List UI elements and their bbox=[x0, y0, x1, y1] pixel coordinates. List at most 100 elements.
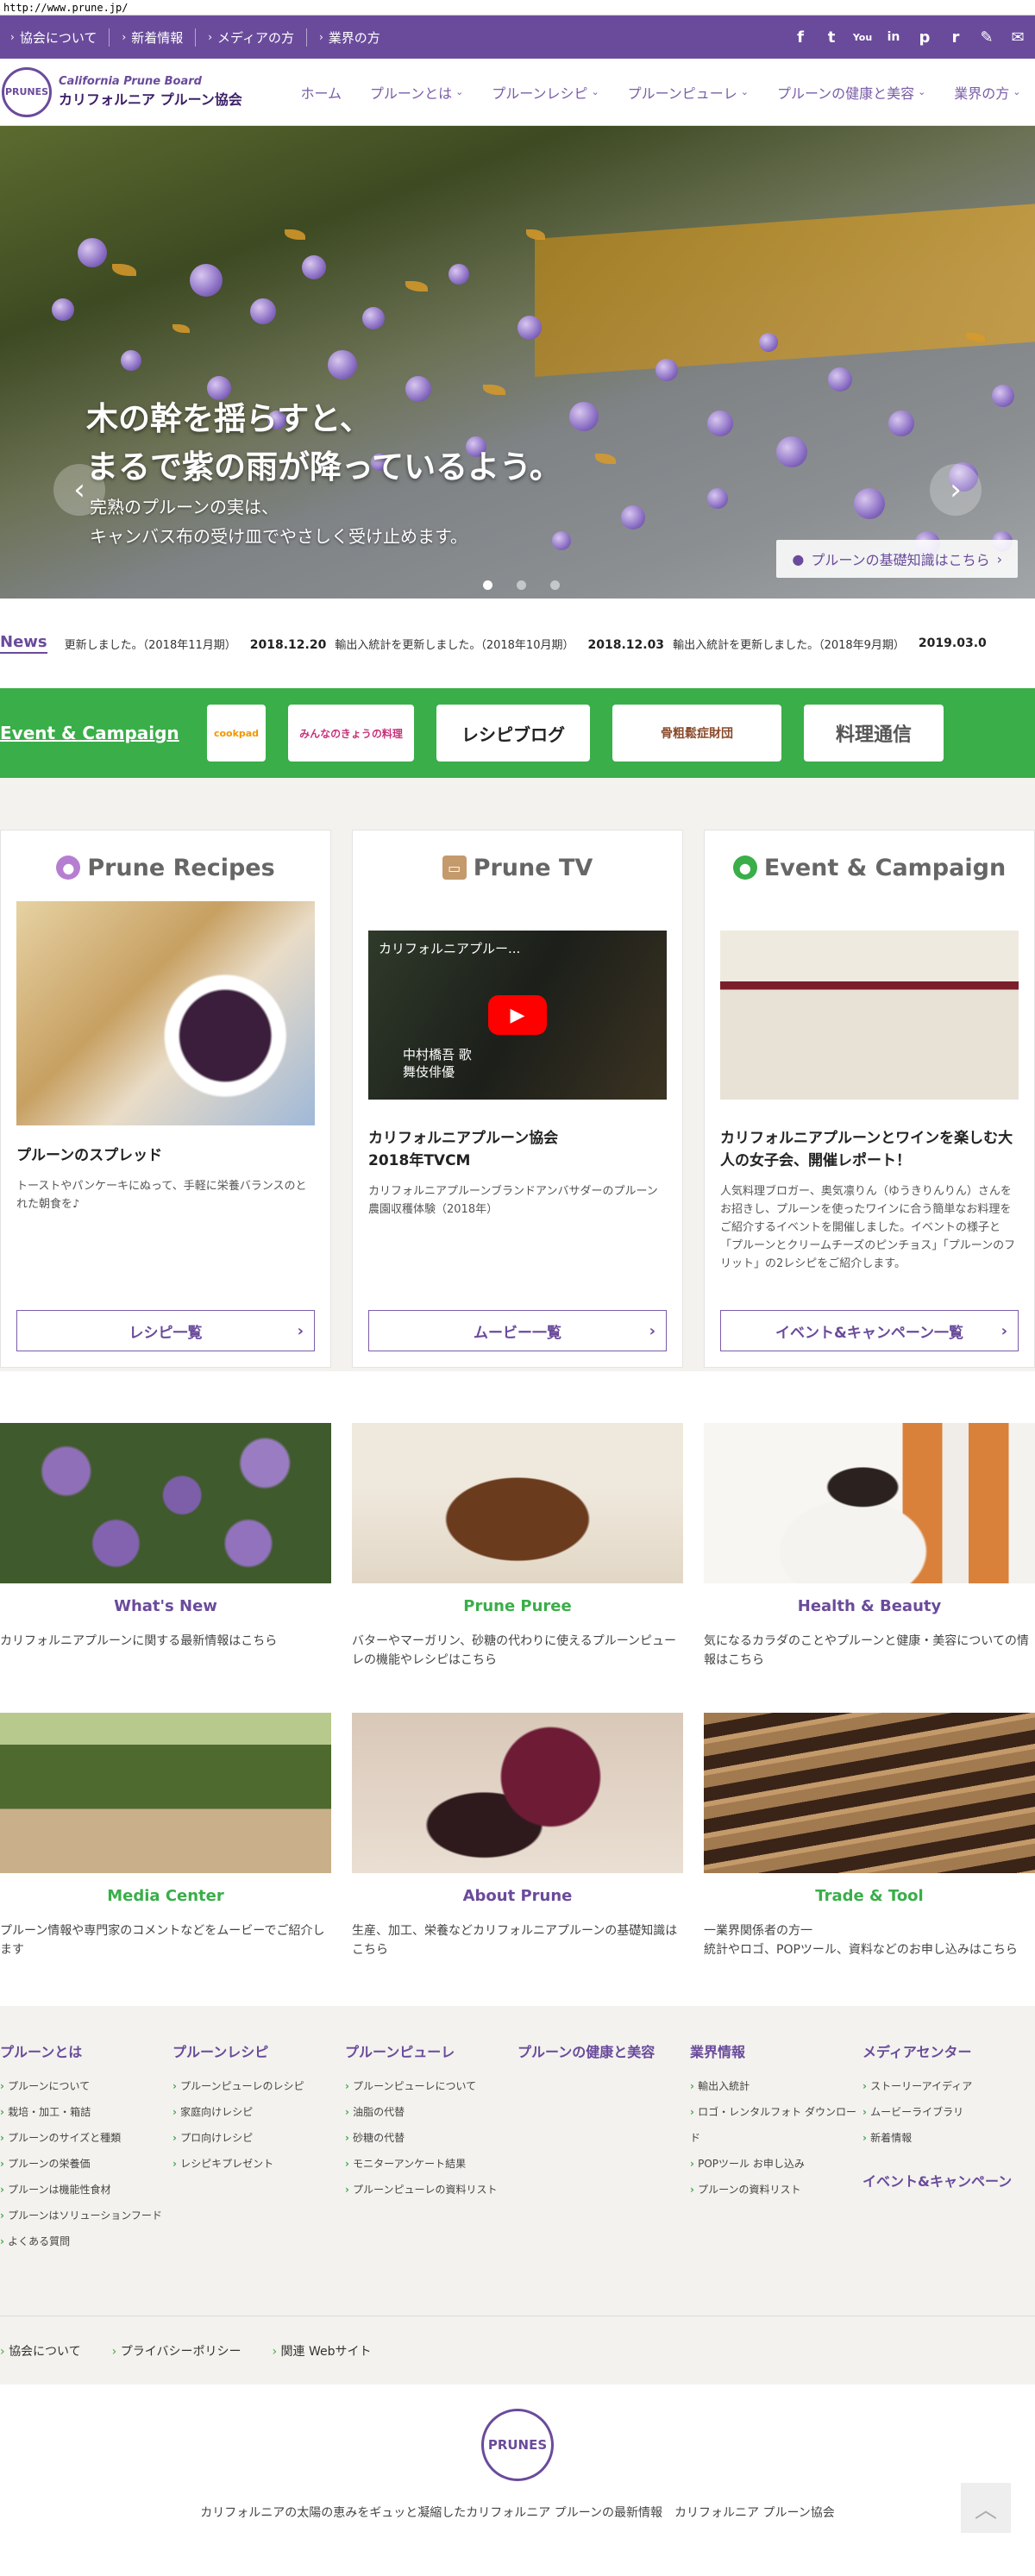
footer-link[interactable]: プルーンは機能性食材 bbox=[0, 2177, 172, 2203]
footer-link[interactable]: ロゴ・レンタルフォト ダウンロード bbox=[690, 2099, 862, 2151]
card-event-campaign: ● Event & Campaign カリフォルニアプルーンとワインを楽しむ大人の… bbox=[704, 830, 1035, 1368]
event-campaign-link[interactable]: Event & Campaign bbox=[0, 723, 207, 743]
utility-link-media[interactable]: › メディアの方 bbox=[196, 28, 307, 47]
chevron-right-icon: › bbox=[208, 31, 213, 43]
tile-title: Trade & Tool bbox=[815, 1887, 924, 1905]
footer-col-title[interactable]: プルーンの健康と美容 bbox=[518, 2040, 690, 2061]
footer-bottom: PRUNES カリフォルニアの太陽の恵みをギュッと凝縮したカリフォルニア プルー… bbox=[0, 2385, 1035, 2533]
card-heading[interactable]: プルーンのスプレッド bbox=[16, 1144, 315, 1167]
footer-link[interactable]: 家庭向けレシピ bbox=[172, 2099, 345, 2125]
address-bar[interactable]: http://www.prune.jp/ bbox=[0, 0, 1035, 16]
sponsor-kyou-no-ryouri[interactable]: みんなのきょうの料理 bbox=[288, 705, 414, 762]
footer-link[interactable]: ムービーライブラリ bbox=[862, 2099, 1035, 2125]
tile-health-beauty[interactable]: Health & Beauty 気になるカラダのことやプルーンと健康・美容につい… bbox=[704, 1423, 1035, 1670]
movie-list-button[interactable]: ムービー一覧 › bbox=[368, 1310, 667, 1351]
footer-logo[interactable]: PRUNES bbox=[481, 2409, 554, 2481]
slider-next-button[interactable]: › bbox=[930, 464, 982, 516]
pinterest-icon[interactable]: p bbox=[914, 27, 935, 47]
site-logo[interactable]: PRUNES California Prune Board カリフォルニア プル… bbox=[2, 66, 286, 117]
recipe-list-button[interactable]: レシピ一覧 › bbox=[16, 1310, 315, 1351]
footer-link[interactable]: 砂糖の代替 bbox=[345, 2125, 518, 2151]
footer-sublink-privacy[interactable]: プライバシーポリシー bbox=[112, 2342, 242, 2360]
footer-col-title[interactable]: プルーンとは bbox=[0, 2040, 172, 2061]
blog-pen-icon[interactable]: ✎ bbox=[976, 27, 997, 47]
footer-col-title[interactable]: イベント&キャンペーン bbox=[862, 2170, 1035, 2191]
slider-dot[interactable] bbox=[517, 580, 526, 590]
footer-link[interactable]: 油脂の代替 bbox=[345, 2099, 518, 2125]
tile-prune-puree[interactable]: Prune Puree バターやマーガリン、砂糖の代わりに使えるプルーンピューレ… bbox=[352, 1423, 683, 1670]
tile-about-prune[interactable]: About Prune 生産、加工、栄養などカリフォルニアプルーンの基礎知識はこ… bbox=[352, 1713, 683, 1959]
news-item[interactable]: 更新しました。（2018年11月期） bbox=[65, 636, 236, 652]
video-embed[interactable]: カリフォルニアプルー... ▶ 中村橋吾 歌舞伎俳優 bbox=[368, 931, 667, 1100]
news-item[interactable]: 2018.12.03 輸出入統計を更新しました。（2018年9月期） bbox=[587, 636, 904, 652]
play-icon[interactable]: ▶ bbox=[488, 995, 547, 1035]
logo-text: California Prune Board カリフォルニア プルーン協会 bbox=[59, 75, 242, 109]
footer-link[interactable]: プルーンのサイズと種類 bbox=[0, 2125, 172, 2151]
footer-col-title[interactable]: 業界情報 bbox=[690, 2040, 862, 2061]
news-label[interactable]: News bbox=[0, 633, 47, 654]
footer-col-title[interactable]: プルーンレシピ bbox=[172, 2040, 345, 2061]
sponsor-recipe-blog[interactable]: レシピブログ bbox=[436, 705, 590, 762]
event-photo[interactable] bbox=[720, 931, 1019, 1100]
nav-industry[interactable]: 業界の方 ⌄ bbox=[954, 82, 1020, 103]
slider-dots bbox=[483, 580, 560, 590]
footer-link[interactable]: ストーリーアイディア bbox=[862, 2073, 1035, 2099]
footer-col-title[interactable]: プルーンピューレ bbox=[345, 2040, 518, 2061]
sponsor-cookpad[interactable]: cookpad bbox=[207, 705, 266, 762]
footer-link[interactable]: プルーンの資料リスト bbox=[690, 2177, 862, 2203]
slider-prev-button[interactable]: ‹ bbox=[53, 464, 105, 516]
tile-media-center[interactable]: Media Center プルーン情報や専門家のコメントなどをムービーでご紹介し… bbox=[0, 1713, 331, 1959]
nav-recipes[interactable]: プルーンレシピ ⌄ bbox=[492, 82, 599, 103]
footer-link[interactable]: プルーンについて bbox=[0, 2073, 172, 2099]
footer-link[interactable]: レシピキプレゼント bbox=[172, 2151, 345, 2177]
facebook-icon[interactable]: f bbox=[790, 27, 811, 47]
card-title-text: Event & Campaign bbox=[763, 854, 1007, 881]
card-heading[interactable]: カリフォルニアプルーン協会 2018年TVCM bbox=[368, 1127, 667, 1172]
hero-cta-button[interactable]: ● プルーンの基礎知識はこちら › bbox=[776, 540, 1018, 578]
news-item[interactable]: 2018.12.20 輸出入統計を更新しました。（2018年10月期） bbox=[250, 636, 574, 652]
nav-about-prune[interactable]: プルーンとは ⌄ bbox=[370, 82, 463, 103]
back-to-top-button[interactable]: ︿ bbox=[961, 2483, 1011, 2533]
rss-icon[interactable]: r bbox=[945, 27, 966, 47]
event-list-button[interactable]: イベント&キャンペーン一覧 › bbox=[720, 1310, 1019, 1351]
footer-link[interactable]: 新着情報 bbox=[862, 2125, 1035, 2151]
tile-title: Prune Puree bbox=[463, 1597, 572, 1615]
prune-icon: ● bbox=[56, 856, 81, 880]
tile-trade-tool[interactable]: Trade & Tool 一業界関係者の方一 統計やロゴ、POPツール、資料など… bbox=[704, 1713, 1035, 1959]
footer-link[interactable]: モニターアンケート結果 bbox=[345, 2151, 518, 2177]
footer-sublink-about[interactable]: 協会について bbox=[0, 2342, 81, 2360]
twitter-icon[interactable]: t bbox=[821, 27, 842, 47]
footer-link[interactable]: よくある質問 bbox=[0, 2228, 172, 2254]
utility-link-industry[interactable]: › 業界の方 bbox=[307, 28, 392, 47]
footer-link[interactable]: プルーンピューレの資料リスト bbox=[345, 2177, 518, 2203]
footer-link[interactable]: プルーンの栄養価 bbox=[0, 2151, 172, 2177]
sponsor-osteoporosis-foundation[interactable]: 骨粗鬆症財団 bbox=[612, 705, 781, 762]
mail-icon[interactable]: ✉ bbox=[1007, 27, 1028, 47]
news-item[interactable]: 2019.03.0 bbox=[919, 636, 995, 650]
footer-link[interactable]: 栽培・加工・箱詰 bbox=[0, 2099, 172, 2125]
card-heading[interactable]: カリフォルニアプルーンとワインを楽しむ大人の女子会、開催レポート！ bbox=[720, 1127, 1019, 1172]
footer-link[interactable]: POPツール お申し込み bbox=[690, 2151, 862, 2177]
instagram-icon[interactable]: in bbox=[883, 27, 904, 47]
nav-home[interactable]: ホーム bbox=[300, 82, 342, 103]
footer-link[interactable]: プルーンピューレについて bbox=[345, 2073, 518, 2099]
footer-col-title[interactable]: メディアセンター bbox=[862, 2040, 1035, 2061]
tile-description: カリフォルニアプルーンに関する最新情報はこちら bbox=[0, 1634, 278, 1648]
nav-puree[interactable]: プルーンピューレ ⌄ bbox=[628, 82, 749, 103]
plum-decoration bbox=[250, 298, 276, 324]
slider-dot[interactable] bbox=[550, 580, 560, 590]
tile-whats-new[interactable]: What's New カリフォルニアプルーンに関する最新情報はこちら bbox=[0, 1423, 331, 1670]
recipe-photo[interactable] bbox=[16, 901, 315, 1125]
footer-link[interactable]: プロ向けレシピ bbox=[172, 2125, 345, 2151]
slider-dot[interactable] bbox=[483, 580, 492, 590]
tile-description: 一業界関係者の方一 統計やロゴ、POPツール、資料などのお申し込みはこちら bbox=[704, 1924, 1018, 1957]
footer-sublink-related[interactable]: 関連 Webサイト bbox=[272, 2342, 372, 2360]
footer-link[interactable]: 輸出入統計 bbox=[690, 2073, 862, 2099]
utility-link-news[interactable]: › 新着情報 bbox=[110, 28, 197, 47]
youtube-icon[interactable]: You bbox=[852, 27, 873, 47]
nav-health[interactable]: プルーンの健康と美容 ⌄ bbox=[777, 82, 925, 103]
footer-link[interactable]: プルーンはソリューションフード bbox=[0, 2203, 172, 2228]
footer-link[interactable]: プルーンピューレのレシピ bbox=[172, 2073, 345, 2099]
sponsor-ryouri-tsushin[interactable]: 料理通信 bbox=[804, 705, 944, 762]
utility-link-about[interactable]: › 協会について bbox=[7, 28, 110, 47]
